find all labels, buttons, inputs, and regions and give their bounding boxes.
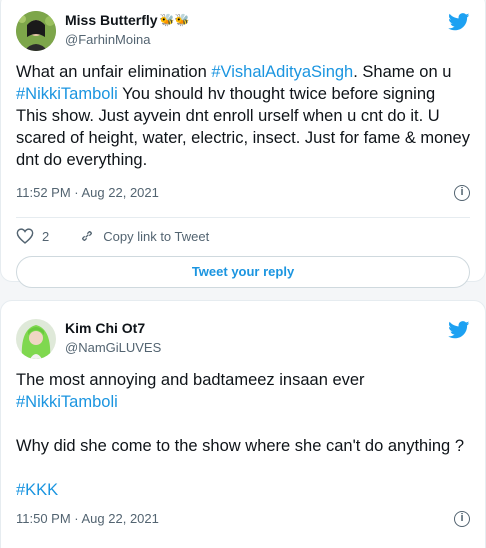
tweet-meta: 11:52 PM · Aug 22, 2021 i (16, 185, 470, 205)
heart-icon (16, 228, 34, 244)
tweet-card: Kim Chi Ot7 @NamGiLUVES The most annoyin… (0, 300, 486, 548)
name-block: Miss Butterfly 🐝🐝 @FarhinMoina (65, 12, 189, 47)
tweet-header: Kim Chi Ot7 @NamGiLUVES (16, 313, 470, 363)
hashtag-link[interactable]: #KKK (16, 481, 58, 499)
handle[interactable]: @NamGiLUVES (65, 340, 161, 355)
info-icon[interactable]: i (454, 511, 470, 527)
display-name-text: Miss Butterfly (65, 12, 158, 28)
text-segment: What an unfair elimination (16, 63, 212, 81)
tweet-text: What an unfair elimination #VishalAditya… (16, 61, 470, 171)
tweet-meta: 11:50 PM · Aug 22, 2021 i (16, 511, 470, 531)
name-block: Kim Chi Ot7 @NamGiLUVES (65, 320, 161, 355)
timestamp[interactable]: 11:50 PM · Aug 22, 2021 (16, 511, 159, 526)
link-icon (82, 230, 93, 242)
tweet-text: The most annoying and badtameez insaan e… (16, 369, 470, 501)
tweet-card: Miss Butterfly 🐝🐝 @FarhinMoina What an u… (0, 0, 486, 288)
timestamp[interactable]: 11:52 PM · Aug 22, 2021 (16, 185, 159, 200)
text-segment: The most annoying and badtameez insaan e… (16, 371, 365, 389)
text-segment: Why did she come to the show where she c… (16, 437, 464, 455)
hashtag-link[interactable]: #VishalAdityaSingh (211, 63, 353, 81)
hashtag-link[interactable]: #NikkiTamboli (16, 393, 118, 411)
display-name[interactable]: Kim Chi Ot7 (65, 320, 161, 336)
copy-link-button[interactable]: Copy link to Tweet (79, 228, 209, 244)
twitter-bird-icon[interactable] (448, 321, 470, 339)
avatar[interactable] (16, 11, 56, 51)
tweet-reply-button[interactable]: Tweet your reply (16, 256, 470, 288)
twitter-bird-icon[interactable] (448, 13, 470, 31)
like-button[interactable]: 2 (16, 228, 49, 244)
bee-emoji: 🐝🐝 (159, 13, 190, 27)
like-count: 2 (42, 228, 50, 244)
display-name[interactable]: Miss Butterfly 🐝🐝 (65, 12, 189, 28)
hashtag-link[interactable]: #NikkiTamboli (16, 85, 118, 103)
text-segment: . Shame on u (353, 63, 452, 81)
tweet-header: Miss Butterfly 🐝🐝 @FarhinMoina (16, 5, 470, 55)
info-icon[interactable]: i (454, 185, 470, 201)
avatar[interactable] (16, 319, 56, 359)
action-bar: 2 Copy link to Tweet (16, 218, 470, 254)
copy-link-label: Copy link to Tweet (103, 228, 210, 244)
handle[interactable]: @FarhinMoina (65, 32, 189, 47)
